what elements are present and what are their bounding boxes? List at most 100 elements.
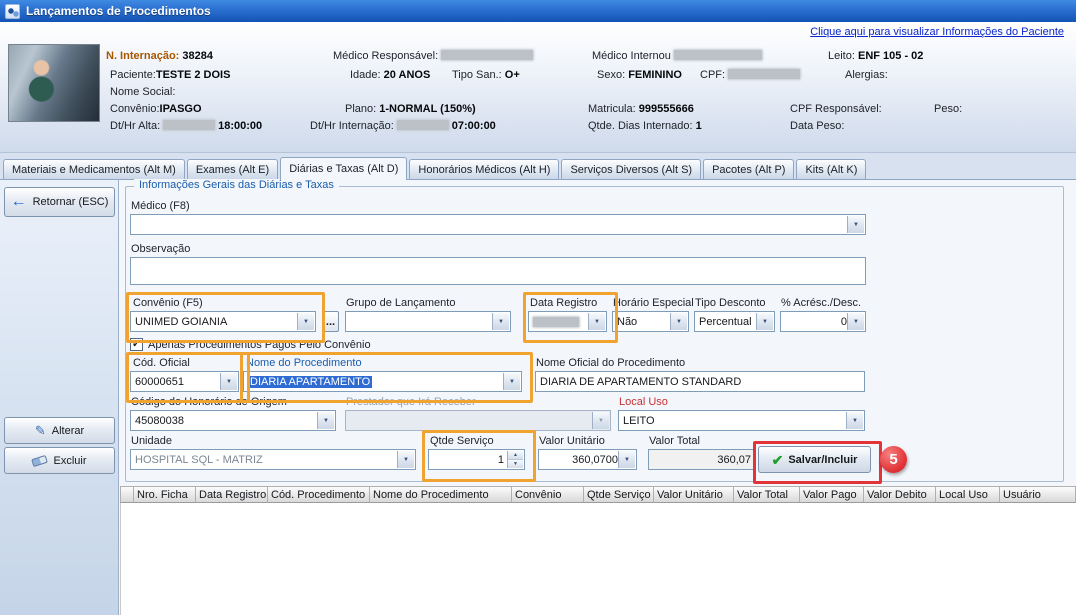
spinner-buttons[interactable]: ▲▼ [507, 451, 523, 468]
chevron-down-icon[interactable]: ▼ [317, 412, 334, 429]
qtde-servico-stepper[interactable]: 1 ▲▼ [428, 449, 525, 470]
chevron-down-icon[interactable]: ▼ [847, 313, 864, 330]
group-box-title: Informações Gerais das Diárias e Taxas [134, 179, 339, 191]
column-header[interactable]: Nome do Procedimento [370, 486, 512, 503]
column-header[interactable]: Valor Pago [800, 486, 864, 503]
back-arrow-icon: ← [11, 194, 27, 210]
qtde-servico-label: Qtde Serviço [430, 435, 494, 447]
unidade-combobox[interactable]: HOSPITAL SQL - MATRIZ ▼ [130, 449, 416, 470]
tab-kits[interactable]: Kits (Alt K) [796, 159, 866, 179]
chevron-down-icon[interactable]: ▼ [847, 216, 864, 233]
nome-oficial-input[interactable]: DIARIA DE APARTAMENTO STANDARD [535, 371, 865, 392]
convenio-combo-value: UNIMED GOIANIA [135, 316, 227, 328]
tab-pacotes[interactable]: Pacotes (Alt P) [703, 159, 794, 179]
excluir-button[interactable]: Excluir [4, 447, 115, 474]
retornar-button[interactable]: ← Retornar (ESC) [4, 187, 115, 217]
matricula-label: Matricula: [588, 103, 636, 115]
spinner-down-icon[interactable]: ▼ [508, 460, 523, 468]
apenas-pagos-checkbox[interactable]: ✓ [130, 338, 143, 351]
cpf-field: CPF: [700, 69, 803, 81]
grupo-lancamento-combobox[interactable]: ▼ [345, 311, 511, 332]
alterar-button[interactable]: ✎ Alterar [4, 417, 115, 444]
qtde-dias-value: 1 [696, 120, 702, 132]
tab-servicos-diversos[interactable]: Serviços Diversos (Alt S) [561, 159, 701, 179]
chevron-down-icon[interactable]: ▼ [618, 451, 635, 468]
ellipsis-icon: ... [326, 316, 335, 328]
horario-especial-combobox[interactable]: Não ▼ [612, 311, 689, 332]
column-header[interactable]: Qtde Serviço [584, 486, 654, 503]
chevron-down-icon[interactable]: ▼ [756, 313, 773, 330]
table-header-indicator [120, 486, 134, 503]
local-uso-combobox[interactable]: LEITO ▼ [618, 410, 865, 431]
medico-f8-label: Médico (F8) [131, 200, 190, 212]
medico-combobox[interactable]: ▼ [130, 214, 866, 235]
valor-total-value: 360,07 [717, 454, 751, 466]
tab-honorarios-medicos[interactable]: Honorários Médicos (Alt H) [409, 159, 559, 179]
cpf-responsavel-field: CPF Responsável: [790, 103, 882, 115]
tipo-desconto-combobox[interactable]: Percentual ▼ [694, 311, 775, 332]
alergias-label: Alergias: [845, 69, 888, 81]
column-header[interactable]: Convênio [512, 486, 584, 503]
prestador-label: Prestador que Irá Receber [346, 396, 476, 408]
alergias-field: Alergias: [845, 69, 888, 81]
tab-strip: Materiais e Medicamentos (Alt M) Exames … [3, 157, 866, 179]
column-header[interactable]: Usuário [1000, 486, 1076, 503]
chevron-down-icon[interactable]: ▼ [588, 313, 605, 330]
chevron-down-icon[interactable]: ▼ [846, 412, 863, 429]
sexo-label: Sexo: [597, 69, 625, 81]
cod-oficial-combobox[interactable]: 60000651 ▼ [130, 371, 239, 392]
excluir-label: Excluir [53, 455, 86, 467]
tab-diarias-taxas[interactable]: Diárias e Taxas (Alt D) [280, 157, 407, 180]
sexo-field: Sexo: FEMININO [597, 69, 682, 81]
data-registro-combobox[interactable]: ▼ [528, 311, 607, 332]
tab-label: Materiais e Medicamentos (Alt M) [12, 164, 176, 176]
table-body[interactable] [120, 503, 1076, 615]
spinner-up-icon[interactable]: ▲ [508, 451, 523, 460]
chevron-down-icon[interactable]: ▼ [670, 313, 687, 330]
column-header[interactable]: Cód. Procedimento [268, 486, 370, 503]
convenio-browse-button[interactable]: ... [322, 311, 339, 332]
column-header[interactable]: Valor Debito [864, 486, 936, 503]
column-header[interactable]: Data Registro [196, 486, 268, 503]
app-icon [5, 4, 20, 19]
horario-especial-label: Horário Especial [613, 297, 694, 309]
tab-materiais-medicamentos[interactable]: Materiais e Medicamentos (Alt M) [3, 159, 185, 179]
valor-unitario-combobox[interactable]: 360,0700 ▼ [538, 449, 637, 470]
chevron-down-icon[interactable]: ▼ [220, 373, 237, 390]
cpf-label: CPF: [700, 69, 725, 81]
eraser-icon [32, 454, 49, 466]
tipo-desconto-value: Percentual [699, 316, 752, 328]
retornar-label: Retornar (ESC) [33, 196, 109, 208]
chevron-down-icon[interactable]: ▼ [297, 313, 314, 330]
convenio-combobox[interactable]: UNIMED GOIANIA ▼ [130, 311, 316, 332]
redacted-value [533, 317, 579, 327]
window: Lançamentos de Procedimentos Clique aqui… [0, 0, 1076, 615]
matricula-field: Matricula: 999555666 [588, 103, 694, 115]
tab-exames[interactable]: Exames (Alt E) [187, 159, 278, 179]
chevron-down-icon[interactable]: ▼ [503, 373, 520, 390]
leito-value: ENF 105 - 02 [858, 50, 923, 62]
nome-procedimento-combobox[interactable]: DIARIA APARTAMENTO ▼ [243, 371, 522, 392]
cod-oficial-label: Cód. Oficial [133, 357, 190, 369]
chevron-down-icon[interactable]: ▼ [492, 313, 509, 330]
valor-unitario-value: 360,0700 [572, 454, 618, 466]
column-header[interactable]: Local Uso [936, 486, 1000, 503]
acresc-desc-combobox[interactable]: 0 ▼ [780, 311, 866, 332]
local-uso-label: Local Uso [619, 396, 668, 408]
patient-info-link[interactable]: Clique aqui para visualizar Informações … [810, 26, 1064, 38]
observacao-input[interactable] [130, 257, 866, 285]
leito-field: Leito: ENF 105 - 02 [828, 50, 923, 62]
apenas-pagos-checkbox-label[interactable]: Apenas Procedimentos Pagos Pelo Convênio [148, 339, 371, 351]
salvar-incluir-button[interactable]: ✔ Salvar/Incluir [758, 446, 871, 473]
column-header[interactable]: Valor Unitário [654, 486, 734, 503]
cod-honorario-combobox[interactable]: 45080038 ▼ [130, 410, 336, 431]
paciente-field: Paciente:TESTE 2 DOIS [110, 69, 230, 81]
internacao-field: N. Internação: 38284 [106, 50, 213, 62]
internacao-label: N. Internação: [106, 50, 179, 62]
column-header[interactable]: Valor Total [734, 486, 800, 503]
chevron-down-icon[interactable]: ▼ [397, 451, 414, 468]
prestador-combobox: ▼ [345, 410, 611, 431]
check-icon: ✔ [772, 453, 784, 467]
dthr-internacao-time: 07:00:00 [452, 120, 496, 132]
column-header[interactable]: Nro. Ficha [134, 486, 196, 503]
